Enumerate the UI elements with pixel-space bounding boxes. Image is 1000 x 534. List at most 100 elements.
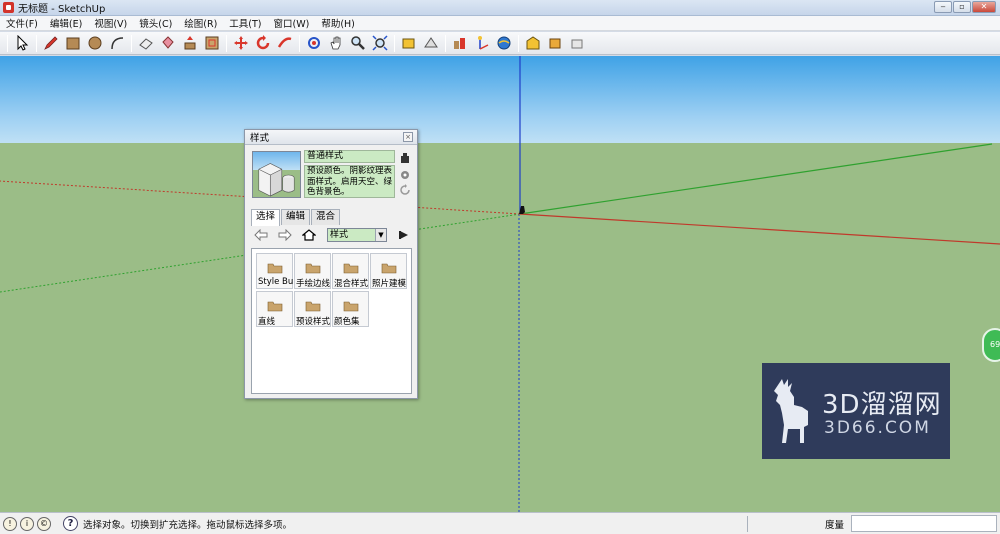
style-name-field[interactable]: 普通样式 [304, 150, 395, 163]
folder-label: 直线 [258, 317, 276, 327]
side-badge[interactable]: 69 [982, 328, 1000, 362]
geo-location-button[interactable] [494, 33, 514, 53]
credits-status-icon[interactable]: i [20, 516, 34, 531]
pencil-tool-button[interactable] [41, 33, 61, 53]
menu-camera[interactable]: 镜头(C) [133, 16, 178, 30]
select-tool-button[interactable] [12, 33, 32, 53]
dialog-close-button[interactable]: × [403, 132, 413, 142]
status-separator [747, 516, 748, 532]
back-button[interactable] [253, 228, 269, 242]
axes-tool-button[interactable] [472, 33, 492, 53]
tab-select[interactable]: 选择 [251, 209, 281, 226]
folder-label: 混合样式 [334, 279, 369, 289]
rotate-tool-button[interactable] [253, 33, 273, 53]
refresh-style-button[interactable] [398, 183, 411, 196]
pan-tool-button[interactable] [326, 33, 346, 53]
zoom-extents-tool-button[interactable] [370, 33, 390, 53]
rotate-icon [256, 35, 270, 50]
tab-edit[interactable]: 编辑 [281, 209, 311, 225]
style-description-field[interactable]: 预设颜色。阴影纹理表面样式。启用天空、绿色背景色。 [304, 165, 395, 198]
close-button[interactable]: ✕ [972, 1, 996, 13]
sketchup-window: 无标题 - SketchUp ‒ ▫ ✕ 文件(F) 编辑(E) 视图(V) 镜… [0, 0, 1000, 534]
toolbar-separator [226, 34, 227, 52]
details-button[interactable] [397, 228, 411, 242]
forward-button[interactable] [277, 228, 293, 242]
menu-help[interactable]: 帮助(H) [315, 16, 361, 30]
style-thumbnail[interactable] [252, 151, 301, 198]
eraser-tool-button[interactable] [136, 33, 156, 53]
main-toolbar [0, 32, 1000, 55]
toolbar-separator [445, 34, 446, 52]
extension-icon [549, 38, 561, 49]
folder-icon [381, 263, 397, 274]
orbit-tool-button[interactable] [304, 33, 324, 53]
collection-nav: 样式 ▼ [253, 227, 413, 243]
protractor-tool-button[interactable] [421, 33, 441, 53]
home-icon [302, 229, 316, 241]
minimize-button[interactable]: ‒ [934, 1, 952, 13]
folder-label: 照片建模 [372, 279, 407, 289]
geo-location-icon [497, 36, 511, 50]
move-tool-button[interactable] [231, 33, 251, 53]
menu-edit[interactable]: 编辑(E) [44, 16, 88, 30]
paint-tool-button[interactable] [158, 33, 178, 53]
status-hint-text: 选择对象。切换到扩充选择。拖动鼠标选择多项。 [83, 519, 293, 531]
measurements-input[interactable] [851, 515, 997, 532]
toolbar-separator [394, 34, 395, 52]
warehouse-button[interactable] [523, 33, 543, 53]
zoom-icon [351, 36, 365, 50]
toolbar-separator [131, 34, 132, 52]
update-style-button[interactable] [398, 167, 411, 180]
dialog-title-bar[interactable]: 样式 × [245, 130, 417, 145]
create-style-icon [400, 152, 409, 163]
folder-icon [305, 301, 321, 312]
menu-window[interactable]: 窗口(W) [268, 16, 316, 30]
folder-label: Style Builder [258, 277, 293, 287]
user-status-icon[interactable]: © [37, 516, 51, 531]
move-icon [234, 36, 248, 50]
red-axis-solid [519, 213, 1000, 245]
menu-file[interactable]: 文件(F) [0, 16, 44, 30]
share-icon [571, 39, 583, 49]
share-button[interactable] [567, 33, 587, 53]
folder-item[interactable]: 直线 [256, 291, 293, 327]
help-icon[interactable]: ? [63, 516, 78, 531]
watermark-line2: 3D66.COM [824, 418, 931, 438]
circle-tool-button[interactable] [85, 33, 105, 53]
extension-button[interactable] [545, 33, 565, 53]
tape-measure-icon [402, 38, 415, 49]
folder-item[interactable]: Style Builder [256, 253, 293, 289]
menu-view[interactable]: 视图(V) [88, 16, 133, 30]
chevron-down-icon[interactable]: ▼ [375, 229, 386, 241]
arc-tool-button[interactable] [107, 33, 127, 53]
home-button[interactable] [301, 228, 317, 242]
geo-status-icon[interactable]: ! [3, 516, 17, 531]
status-bar: ! i © ? 选择对象。切换到扩充选择。拖动鼠标选择多项。 度量 [0, 512, 1000, 534]
follow-me-tool-button[interactable] [275, 33, 295, 53]
folder-item[interactable]: 手绘边线 [294, 253, 331, 289]
push-pull-tool-button[interactable] [180, 33, 200, 53]
arc-icon [111, 37, 124, 50]
zoom-tool-button[interactable] [348, 33, 368, 53]
folder-item[interactable]: 混合样式 [332, 253, 369, 289]
maximize-button[interactable]: ▫ [953, 1, 971, 13]
eraser-icon [139, 38, 153, 50]
tab-mix[interactable]: 混合 [311, 209, 341, 225]
back-arrow-icon [254, 229, 268, 241]
offset-tool-button[interactable] [202, 33, 222, 53]
toolbar-separator [518, 34, 519, 52]
tape-tool-button[interactable] [399, 33, 419, 53]
folder-item[interactable]: 照片建模 [370, 253, 407, 289]
section-tool-button[interactable] [450, 33, 470, 53]
folder-item[interactable]: 预设样式 [294, 291, 331, 327]
folder-item[interactable]: 颜色集 [332, 291, 369, 327]
axes-icon [478, 36, 489, 50]
menu-tools[interactable]: 工具(T) [223, 16, 267, 30]
folder-icon [343, 263, 359, 274]
collection-select[interactable]: 样式 ▼ [327, 228, 387, 242]
menu-draw[interactable]: 绘图(R) [178, 16, 223, 30]
create-style-button[interactable] [398, 151, 411, 164]
sketchup-app-icon [3, 2, 14, 13]
rectangle-tool-button[interactable] [63, 33, 83, 53]
zoom-extents-icon [372, 35, 388, 51]
